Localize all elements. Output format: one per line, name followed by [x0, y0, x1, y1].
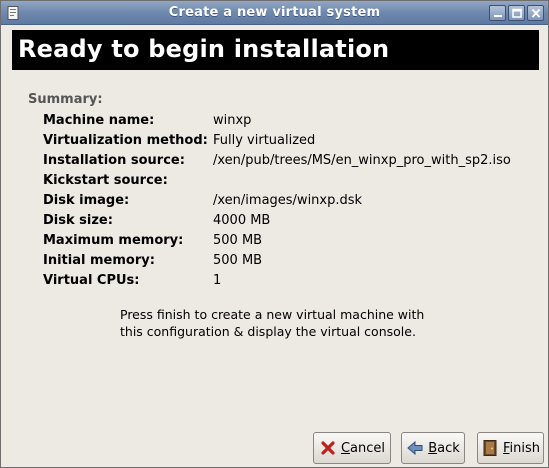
cancel-x-icon — [319, 439, 337, 457]
maximize-button[interactable] — [508, 5, 525, 21]
summary-value: 1 — [213, 273, 222, 288]
window-title: Create a new virtual system — [168, 5, 381, 20]
summary-key: Installation source: — [43, 153, 185, 168]
summary-value: 500 MB — [213, 233, 263, 248]
summary-key: Machine name: — [43, 113, 155, 128]
title-bar[interactable]: Create a new virtual system — [1, 1, 548, 25]
summary-key: Initial memory: — [43, 253, 155, 268]
finish-instructions-line-1: Press finish to create a new virtual mac… — [120, 307, 425, 322]
finish-button[interactable]: Finish — [477, 432, 544, 464]
summary-value: winxp — [213, 113, 252, 128]
finish-instructions-line-2: this configuration & display the virtual… — [120, 324, 416, 339]
summary-value: /xen/pub/trees/MS/en_winxp_pro_with_sp2.… — [213, 153, 511, 168]
summary-value: /xen/images/winxp.dsk — [213, 193, 363, 208]
summary-key: Disk image: — [43, 193, 130, 208]
summary-value: 500 MB — [213, 253, 263, 268]
finish-label: Finish — [502, 440, 541, 456]
summary-key: Disk size: — [43, 213, 113, 228]
finish-door-icon — [481, 439, 499, 457]
summary-value: 4000 MB — [213, 213, 271, 228]
summary-key: Virtual CPUs: — [43, 273, 140, 288]
finish-instructions: Press finish to create a new virtual mac… — [120, 306, 450, 340]
minimize-button[interactable] — [489, 5, 506, 21]
close-icon — [531, 8, 541, 18]
back-label: Back — [428, 440, 460, 456]
close-window-button[interactable] — [527, 5, 544, 21]
back-button[interactable]: Back — [401, 432, 465, 464]
maximize-icon — [512, 8, 522, 18]
cancel-label: Cancel — [340, 440, 386, 456]
page-title: Ready to begin installation — [18, 35, 390, 63]
header-banner: Ready to begin installation — [12, 30, 539, 70]
summary-key: Maximum memory: — [43, 233, 184, 248]
summary-key: Kickstart source: — [43, 173, 168, 188]
cancel-button[interactable]: Cancel — [313, 432, 391, 464]
summary-value: Fully virtualized — [213, 133, 316, 148]
minimize-icon — [494, 15, 502, 17]
summary-label: Summary: — [28, 92, 103, 107]
create-virtual-system-window: Create a new virtual system Ready to beg… — [0, 0, 549, 468]
back-arrow-icon — [406, 439, 424, 457]
summary-key: Virtualization method: — [43, 133, 208, 148]
